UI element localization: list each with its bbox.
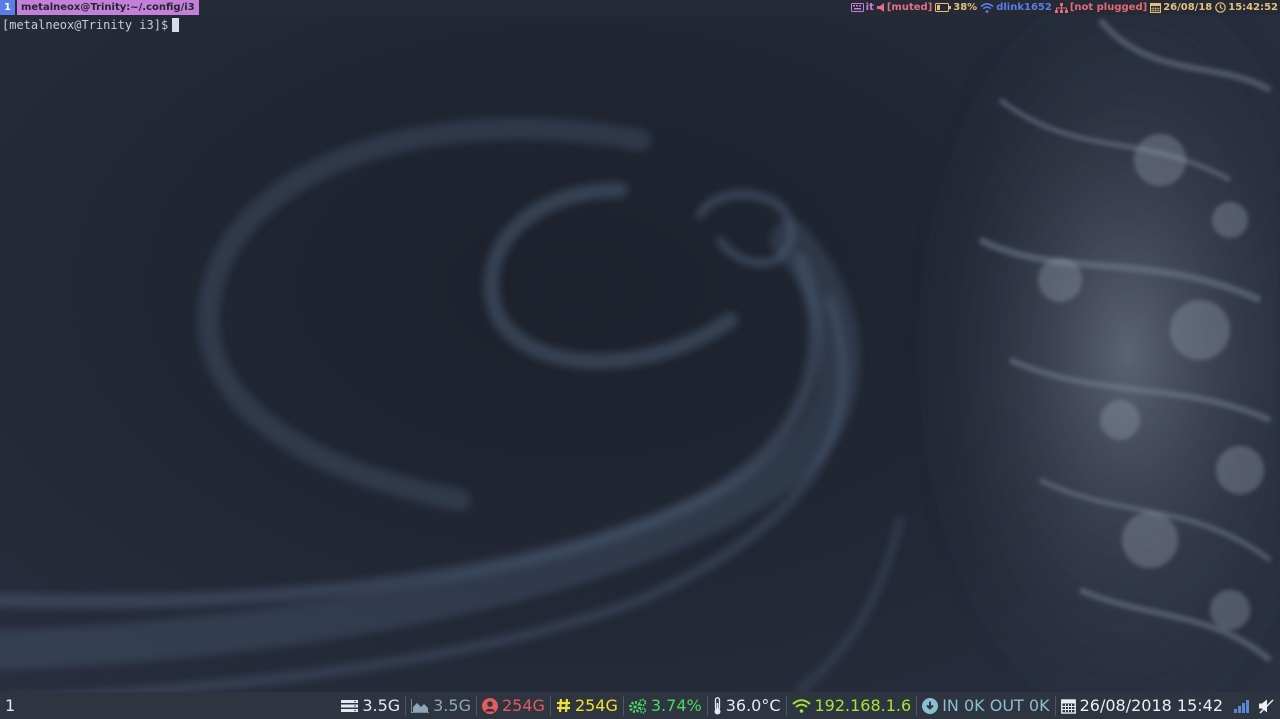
volume-status[interactable]: [muted] (876, 0, 933, 15)
traffic-value: IN 0K OUT 0K (942, 696, 1050, 715)
memory-value: 3.5G (362, 696, 401, 715)
keyboard-layout-label: it (865, 2, 874, 13)
ethernet-status[interactable]: [not plugged] (1054, 0, 1148, 15)
datetime-status: 26/08/2018 15:42 (1056, 692, 1228, 719)
clock-icon (1215, 2, 1227, 13)
cpu-value: 3.74% (650, 696, 702, 715)
bottom-workspace-button[interactable]: 1 (0, 692, 35, 719)
bottom-status: 3.5G 3.5G 254G 254G 3.74% 36.0°C 192.168… (336, 692, 1280, 719)
date-label: 26/08/18 (1163, 2, 1213, 13)
wifi-status[interactable]: dlink1652 (980, 0, 1052, 15)
tray (1228, 698, 1280, 714)
cogs-icon (628, 698, 647, 714)
workspace-button[interactable]: 1 (0, 0, 15, 15)
keyboard-layout[interactable]: it (850, 0, 874, 15)
volume-label: [muted] (886, 2, 933, 13)
top-status: it [muted] 38% dlink1652 [not plugged] 2… (850, 0, 1280, 15)
window-title: metalneox@Trinity:~/.config/i3 (16, 0, 199, 15)
root-disk-value: 254G (574, 696, 618, 715)
ip-value: 192.168.1.6 (814, 696, 912, 715)
ethernet-label: [not plugged] (1069, 2, 1148, 13)
thermometer-icon (714, 696, 721, 714)
signal-bars-icon[interactable] (1234, 699, 1250, 713)
temperature-status: 36.0°C (708, 692, 786, 719)
traffic-status: IN 0K OUT 0K (917, 692, 1054, 719)
wifi-icon (980, 2, 994, 13)
home-disk-value: 254G (502, 696, 545, 715)
wifi-icon (791, 698, 811, 713)
terminal-cursor (172, 18, 180, 32)
cpu-status: 3.74% (624, 692, 707, 719)
battery-label: 38% (953, 2, 978, 13)
terminal-window[interactable]: [metalneox@Trinity i3]$ (2, 17, 180, 33)
home-disk-status: 254G (477, 692, 550, 719)
wifi-ssid: dlink1652 (996, 2, 1052, 13)
battery-status: 38% (935, 0, 977, 15)
memory-status: 3.5G (336, 692, 405, 719)
swap-value: 3.5G (433, 696, 471, 715)
calendar-icon (1060, 698, 1076, 714)
time-label: 15:42:52 (1228, 2, 1278, 13)
ip-status: 192.168.1.6 (787, 692, 917, 719)
calendar-icon (1150, 3, 1162, 13)
hash-icon (556, 698, 570, 713)
wallpaper (0, 15, 1280, 705)
desktop: 1 metalneox@Trinity:~/.config/i3 it [mut… (0, 0, 1280, 719)
root-disk-status: 254G (551, 692, 623, 719)
speaker-icon (876, 3, 884, 12)
mute-icon[interactable] (1258, 698, 1274, 714)
top-bar: 1 metalneox@Trinity:~/.config/i3 it [mut… (0, 0, 1280, 15)
date-status: 26/08/18 (1150, 0, 1212, 15)
area-chart-icon (411, 698, 430, 713)
battery-icon (935, 3, 952, 12)
time-status: 15:42:52 (1215, 0, 1278, 15)
bottom-bar: 1 3.5G 3.5G 254G 254G 3.74% 36.0°C 192.1… (0, 692, 1280, 719)
datetime-value: 26/08/2018 15:42 (1079, 696, 1223, 715)
network-icon (1054, 2, 1068, 13)
memory-icon (341, 699, 359, 712)
download-icon (922, 697, 939, 714)
user-icon (482, 697, 498, 714)
terminal-prompt: [metalneox@Trinity i3]$ (2, 18, 169, 32)
keyboard-icon (850, 3, 864, 12)
swap-status: 3.5G (406, 692, 476, 719)
temperature-value: 36.0°C (725, 696, 781, 715)
